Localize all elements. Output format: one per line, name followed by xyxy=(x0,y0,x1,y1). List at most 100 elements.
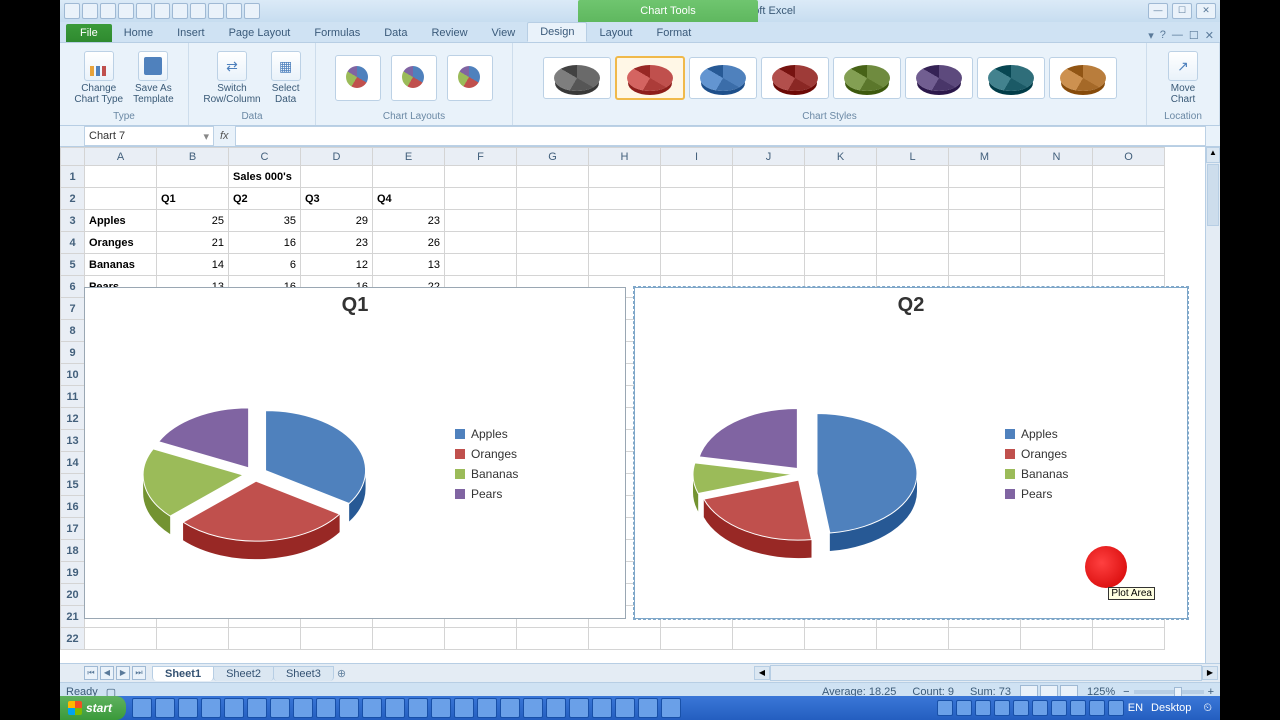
cell[interactable]: Q1 xyxy=(157,188,229,210)
sheet-nav-prev-icon[interactable]: ◀ xyxy=(100,666,114,680)
cell[interactable]: Bananas xyxy=(85,254,157,276)
row-header[interactable]: 6 xyxy=(61,276,85,298)
column-header[interactable]: B xyxy=(157,148,229,166)
column-header[interactable]: L xyxy=(877,148,949,166)
tab-data[interactable]: Data xyxy=(372,24,419,42)
cell[interactable]: Sales 000's xyxy=(229,166,301,188)
doc-max-icon[interactable]: ☐ xyxy=(1189,29,1199,42)
chart-object-q1[interactable]: Q1 ApplesOrangesBananasPears xyxy=(84,287,626,619)
cell[interactable] xyxy=(661,254,733,276)
qat-icon[interactable] xyxy=(172,3,188,19)
cell[interactable] xyxy=(661,210,733,232)
row-header[interactable]: 9 xyxy=(61,342,85,364)
change-chart-type-button[interactable]: Change Chart Type xyxy=(74,51,123,105)
column-header[interactable]: E xyxy=(373,148,445,166)
maximize-button[interactable]: ☐ xyxy=(1172,3,1192,19)
taskbar-item[interactable] xyxy=(454,698,474,718)
cell[interactable] xyxy=(949,254,1021,276)
row-header[interactable]: 3 xyxy=(61,210,85,232)
cell[interactable] xyxy=(1021,188,1093,210)
new-sheet-icon[interactable]: ⊕ xyxy=(337,667,346,680)
row-header[interactable]: 16 xyxy=(61,496,85,518)
row-header[interactable]: 8 xyxy=(61,320,85,342)
cell[interactable] xyxy=(1093,210,1165,232)
cell[interactable] xyxy=(877,188,949,210)
cell[interactable] xyxy=(1093,628,1165,650)
chart-layout-option[interactable] xyxy=(335,55,381,101)
column-header[interactable]: A xyxy=(85,148,157,166)
tab-formulas[interactable]: Formulas xyxy=(302,24,372,42)
cell[interactable]: 23 xyxy=(373,210,445,232)
row-header[interactable]: 1 xyxy=(61,166,85,188)
systray-icon[interactable] xyxy=(1070,700,1086,716)
cell[interactable] xyxy=(85,628,157,650)
row-header[interactable]: 15 xyxy=(61,474,85,496)
row-header[interactable]: 2 xyxy=(61,188,85,210)
cell[interactable] xyxy=(733,210,805,232)
cell[interactable] xyxy=(661,188,733,210)
cell[interactable] xyxy=(589,254,661,276)
chart-style-option[interactable] xyxy=(1049,57,1117,99)
column-header[interactable]: C xyxy=(229,148,301,166)
cell[interactable]: Q3 xyxy=(301,188,373,210)
row-header[interactable]: 20 xyxy=(61,584,85,606)
cell[interactable] xyxy=(805,254,877,276)
cell[interactable] xyxy=(949,210,1021,232)
horizontal-scrollbar[interactable] xyxy=(770,665,1202,681)
cell[interactable] xyxy=(445,232,517,254)
taskbar-item[interactable] xyxy=(408,698,428,718)
doc-close-icon[interactable]: ✕ xyxy=(1205,29,1214,42)
cell[interactable] xyxy=(517,628,589,650)
row-header[interactable]: 5 xyxy=(61,254,85,276)
column-header[interactable]: M xyxy=(949,148,1021,166)
cell[interactable] xyxy=(517,232,589,254)
cell[interactable] xyxy=(661,166,733,188)
taskbar-item[interactable] xyxy=(385,698,405,718)
chart-object-q2[interactable]: Q2 ApplesOrangesBananasPears Plot Area xyxy=(634,287,1188,619)
pie-chart[interactable] xyxy=(85,324,445,604)
cell[interactable] xyxy=(589,188,661,210)
cell[interactable] xyxy=(733,628,805,650)
cell[interactable]: Q2 xyxy=(229,188,301,210)
row-header[interactable]: 17 xyxy=(61,518,85,540)
taskbar-item[interactable] xyxy=(155,698,175,718)
cell[interactable] xyxy=(949,232,1021,254)
cell[interactable] xyxy=(445,210,517,232)
chart-style-option[interactable] xyxy=(977,57,1045,99)
chart-style-option[interactable] xyxy=(615,56,685,100)
taskbar-item[interactable] xyxy=(362,698,382,718)
minimize-ribbon-icon[interactable]: ▾ xyxy=(1148,29,1154,42)
row-header[interactable]: 12 xyxy=(61,408,85,430)
cell[interactable] xyxy=(445,188,517,210)
qat-icon[interactable] xyxy=(136,3,152,19)
tab-view[interactable]: View xyxy=(480,24,528,42)
cell[interactable] xyxy=(445,254,517,276)
cell[interactable] xyxy=(877,254,949,276)
systray-icon[interactable] xyxy=(937,700,953,716)
qat-icon[interactable] xyxy=(226,3,242,19)
cell[interactable] xyxy=(445,628,517,650)
name-box[interactable]: Chart 7▾ xyxy=(84,126,214,146)
cell[interactable] xyxy=(805,232,877,254)
cell[interactable]: 29 xyxy=(301,210,373,232)
cell[interactable] xyxy=(877,210,949,232)
cell[interactable] xyxy=(1021,166,1093,188)
tab-format[interactable]: Format xyxy=(644,24,703,42)
sheet-nav-last-icon[interactable]: ⏭ xyxy=(132,666,146,680)
chart-layout-option[interactable] xyxy=(391,55,437,101)
cell[interactable]: 25 xyxy=(157,210,229,232)
cell[interactable] xyxy=(157,166,229,188)
taskbar-item[interactable] xyxy=(661,698,681,718)
systray-icon[interactable] xyxy=(975,700,991,716)
save-as-template-button[interactable]: Save As Template xyxy=(133,51,174,105)
cell[interactable] xyxy=(733,188,805,210)
chart-style-option[interactable] xyxy=(761,57,829,99)
chart-style-option[interactable] xyxy=(905,57,973,99)
taskbar-item[interactable] xyxy=(431,698,451,718)
qat-icon[interactable] xyxy=(154,3,170,19)
row-header[interactable]: 13 xyxy=(61,430,85,452)
column-header[interactable]: J xyxy=(733,148,805,166)
systray-icon[interactable] xyxy=(1013,700,1029,716)
cell[interactable] xyxy=(1021,254,1093,276)
cell[interactable] xyxy=(1093,188,1165,210)
